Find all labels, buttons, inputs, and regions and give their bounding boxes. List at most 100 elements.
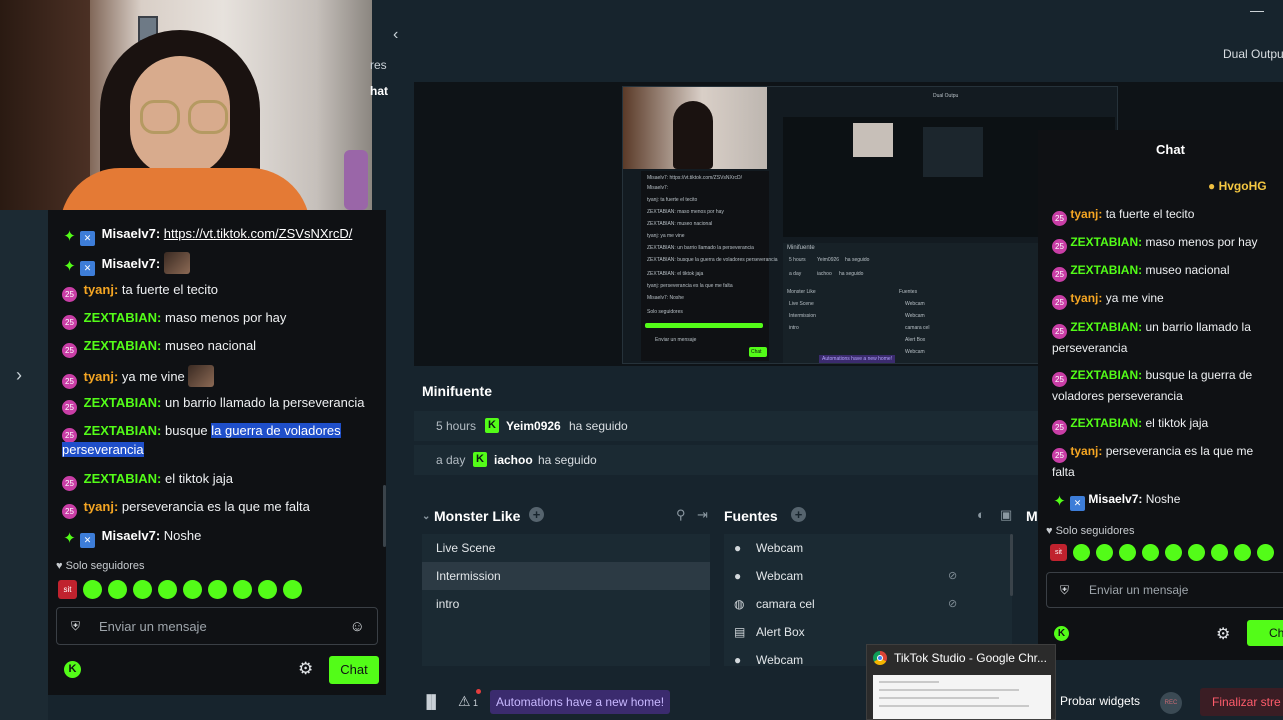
emote-kick[interactable]	[108, 580, 127, 599]
sub-badge-icon: 25	[1052, 239, 1067, 254]
window-minimize-icon[interactable]: —	[1250, 2, 1264, 18]
chat-username[interactable]: ZEXTABIAN:	[1070, 368, 1142, 382]
chat-username[interactable]: Misaelv7:	[102, 256, 161, 271]
chat-message: 25 ZEXTABIAN: el tiktok jaja	[1052, 414, 1276, 435]
record-button[interactable]: REC	[1160, 692, 1182, 714]
chat-input-box: ⛨ ☺	[56, 607, 378, 645]
verified-badge-icon: ✦	[63, 258, 76, 275]
expand-chevron-icon[interactable]: ›	[10, 364, 28, 386]
emote-kick[interactable]	[158, 580, 177, 599]
chat-scrollbar[interactable]	[383, 485, 386, 547]
scene-item-active[interactable]: Intermission	[422, 562, 710, 590]
emote-sit[interactable]: sit	[58, 580, 77, 599]
chat-username[interactable]: tyanj:	[84, 282, 119, 297]
dual-output-toggle[interactable]: Dual Outpu	[1223, 47, 1283, 61]
chat-input-box[interactable]: ⛨ Enviar un mensaje	[1046, 572, 1283, 608]
pinned-username[interactable]: HvgoHG	[1219, 179, 1267, 193]
emote-kick[interactable]	[1142, 544, 1159, 561]
audio-icon[interactable]: ◐	[977, 507, 985, 522]
chat-username[interactable]: ZEXTABIAN:	[1070, 235, 1142, 249]
emoji-picker-icon[interactable]: ☺	[350, 618, 365, 635]
alert-triangle-icon[interactable]: ⚠	[458, 693, 471, 710]
chat-username[interactable]: ZEXTABIAN:	[84, 423, 162, 438]
emote-kick[interactable]	[208, 580, 227, 599]
event-user[interactable]: Yeim0926	[506, 419, 561, 433]
taskbar-window-preview[interactable]: TikTok Studio - Google Chr...	[866, 644, 1056, 720]
hidden-eye-icon[interactable]: ⊘	[948, 590, 957, 618]
emote-kick[interactable]	[258, 580, 277, 599]
chat-username[interactable]: tyanj:	[84, 369, 119, 384]
source-label: Webcam	[756, 569, 804, 583]
chat-username[interactable]: Misaelv7:	[102, 226, 161, 241]
automations-banner[interactable]: Automations have a new home!	[490, 690, 671, 714]
scene-item[interactable]: intro	[422, 590, 710, 618]
emote-kick[interactable]	[283, 580, 302, 599]
emote-kick[interactable]	[83, 580, 102, 599]
emote-kick[interactable]	[1096, 544, 1113, 561]
emote-kick[interactable]	[1211, 544, 1228, 561]
end-stream-button[interactable]: Finalizar stre	[1200, 688, 1283, 716]
add-source-icon[interactable]: +	[791, 507, 806, 522]
webcam-bottle	[344, 150, 368, 210]
source-item[interactable]: ▤ Alert Box	[724, 618, 1012, 646]
emote-kick[interactable]	[1165, 544, 1182, 561]
emote-kick[interactable]	[133, 580, 152, 599]
folder-add-icon[interactable]: ▣	[1000, 507, 1012, 523]
performance-stats-icon[interactable]: ▐▌	[422, 694, 440, 709]
source-item[interactable]: ◍ camara cel ⊘	[724, 590, 1012, 618]
nested-dual-output: Dual Outpu	[933, 93, 959, 99]
nested-scene-item: Live Scene	[789, 301, 814, 307]
emote-sit[interactable]: sit	[1050, 544, 1067, 561]
chat-username[interactable]: tyanj:	[84, 499, 119, 514]
scenes-title[interactable]: Monster Like	[434, 508, 520, 524]
shield-icon: ⛨	[71, 619, 81, 633]
send-chat-button[interactable]: Chat	[1247, 620, 1283, 646]
emote-kick[interactable]	[233, 580, 252, 599]
chat-username[interactable]: ZEXTABIAN:	[1070, 320, 1142, 334]
chat-username[interactable]: ZEXTABIAN:	[84, 471, 162, 486]
scene-item[interactable]: Live Scene	[422, 534, 710, 562]
nested-chat-line: tyanj: ya me vine	[647, 233, 685, 239]
chat-link[interactable]: https://vt.tiktok.com/ZSVsNXrcD/	[164, 226, 353, 241]
chat-username[interactable]: Misaelv7:	[102, 528, 161, 543]
collapse-chevron-icon[interactable]: ‹	[393, 26, 398, 44]
chat-username[interactable]: ZEXTABIAN:	[1070, 416, 1142, 430]
source-item[interactable]: ● Webcam	[724, 534, 1012, 562]
emote-kick[interactable]	[1119, 544, 1136, 561]
collapse-panel-icon[interactable]: ⇥	[697, 507, 708, 523]
chat-username[interactable]: ZEXTABIAN:	[1070, 263, 1142, 277]
chat-message-input[interactable]	[99, 616, 339, 636]
user-icon: ●	[734, 653, 742, 666]
add-scene-icon[interactable]: +	[529, 507, 544, 522]
emote-kick[interactable]	[1257, 544, 1274, 561]
source-item[interactable]: ● Webcam ⊘	[724, 562, 1012, 590]
chat-username[interactable]: tyanj:	[1070, 444, 1102, 458]
send-chat-button[interactable]: Chat	[329, 656, 379, 684]
source-scrollbar[interactable]	[1010, 534, 1013, 596]
window-preview-thumbnail	[873, 675, 1051, 719]
chat-username[interactable]: tyanj:	[1070, 291, 1102, 305]
chat-username[interactable]: ZEXTABIAN:	[84, 338, 162, 353]
chat-username[interactable]: ZEXTABIAN:	[84, 395, 162, 410]
emote-image	[163, 252, 190, 274]
chat-username[interactable]: Misaelv7:	[1088, 492, 1142, 506]
globe-icon: ◍	[734, 597, 745, 611]
test-widgets-button[interactable]: Probar widgets	[1060, 694, 1140, 708]
chat-username[interactable]: tyanj:	[1070, 207, 1102, 221]
kick-k-icon: K	[485, 418, 499, 433]
chat-settings-gear-icon[interactable]: ⚙	[1216, 624, 1230, 644]
coin-icon: ●	[1208, 179, 1216, 193]
chat-settings-gear-icon[interactable]: ⚙	[298, 660, 313, 678]
collapse-scenes-chevron-icon[interactable]: ⌄	[422, 511, 430, 522]
nested-automations-label: Automations have a new home!	[819, 355, 896, 363]
emote-kick[interactable]	[183, 580, 202, 599]
chat-text: un barrio llamado la perseverancia	[165, 395, 365, 410]
hidden-eye-icon[interactable]: ⊘	[948, 562, 957, 590]
emote-kick[interactable]	[1073, 544, 1090, 561]
emote-kick[interactable]	[1234, 544, 1251, 561]
panel-label-stub-bold: hat	[370, 84, 388, 98]
event-user[interactable]: iachoo	[494, 453, 533, 467]
pin-icon[interactable]: ⚲	[676, 507, 686, 523]
chat-username[interactable]: ZEXTABIAN:	[84, 310, 162, 325]
emote-kick[interactable]	[1188, 544, 1205, 561]
